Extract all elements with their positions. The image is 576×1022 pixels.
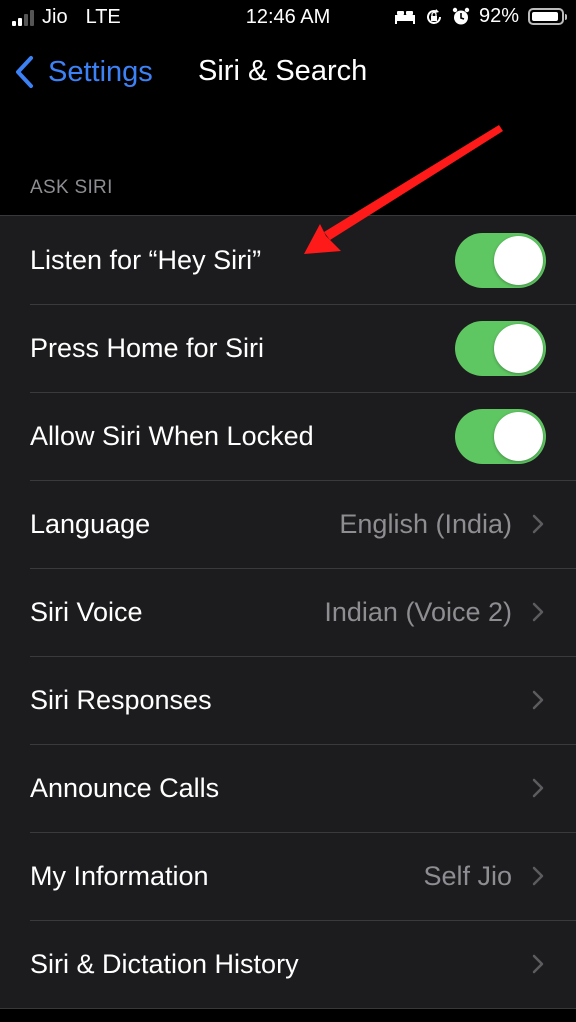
chevron-right-icon: [532, 514, 544, 534]
row-value: English (India): [339, 508, 512, 539]
row-label: Allow Siri When Locked: [30, 420, 314, 451]
row-label: Siri Voice: [30, 596, 143, 627]
chevron-right-icon: [532, 602, 544, 622]
status-bar: Jio LTE 12:46 AM 92%: [0, 0, 576, 38]
navigation-bar: Settings Siri & Search: [0, 50, 576, 102]
battery-icon: [528, 8, 567, 25]
toggle-knob: [494, 411, 543, 461]
row-label: Siri Responses: [30, 684, 212, 715]
chevron-right-icon: [532, 778, 544, 798]
row-label: Language: [30, 508, 151, 539]
chevron-left-icon: [16, 56, 33, 88]
allow-siri-when-locked-toggle[interactable]: [455, 408, 546, 464]
row-siri-responses[interactable]: Siri Responses: [0, 656, 576, 744]
toggle-knob: [494, 235, 543, 285]
alarm-icon: [452, 7, 470, 25]
back-button-label: Settings: [48, 55, 153, 88]
row-label: Siri & Dictation History: [30, 948, 299, 979]
row-press-home-for-siri[interactable]: Press Home for Siri: [0, 304, 576, 392]
row-label: Press Home for Siri: [30, 332, 265, 363]
row-value: Self Jio: [423, 860, 512, 891]
listen-hey-siri-toggle[interactable]: [455, 232, 546, 288]
chevron-right-icon: [532, 954, 544, 974]
rotation-lock-icon: [427, 8, 441, 24]
battery-percent: 92%: [478, 5, 519, 27]
chevron-right-icon: [532, 690, 544, 710]
row-siri-dictation-history[interactable]: Siri & Dictation History: [0, 920, 576, 1008]
press-home-for-siri-toggle[interactable]: [455, 320, 546, 376]
section-header-ask-siri: ASK SIRI: [30, 177, 113, 198]
back-button[interactable]: Settings: [14, 55, 153, 89]
row-label: Announce Calls: [30, 772, 220, 803]
toggle-knob: [494, 323, 543, 373]
row-language[interactable]: Language English (India): [0, 480, 576, 568]
row-label: My Information: [30, 860, 209, 891]
row-value: Indian (Voice 2): [324, 596, 512, 627]
row-my-information[interactable]: My Information Self Jio: [0, 832, 576, 920]
row-listen-hey-siri[interactable]: Listen for “Hey Siri”: [0, 216, 576, 304]
ask-siri-settings-group: Listen for “Hey Siri” Press Home for Sir…: [0, 215, 576, 1009]
chevron-right-icon: [532, 866, 544, 886]
row-announce-calls[interactable]: Announce Calls: [0, 744, 576, 832]
page-title: Siri & Search: [198, 55, 368, 87]
bed-icon: [394, 10, 415, 24]
row-siri-voice[interactable]: Siri Voice Indian (Voice 2): [0, 568, 576, 656]
row-allow-siri-when-locked[interactable]: Allow Siri When Locked: [0, 392, 576, 480]
row-label: Listen for “Hey Siri”: [30, 244, 262, 275]
status-right: 92%: [394, 5, 567, 28]
